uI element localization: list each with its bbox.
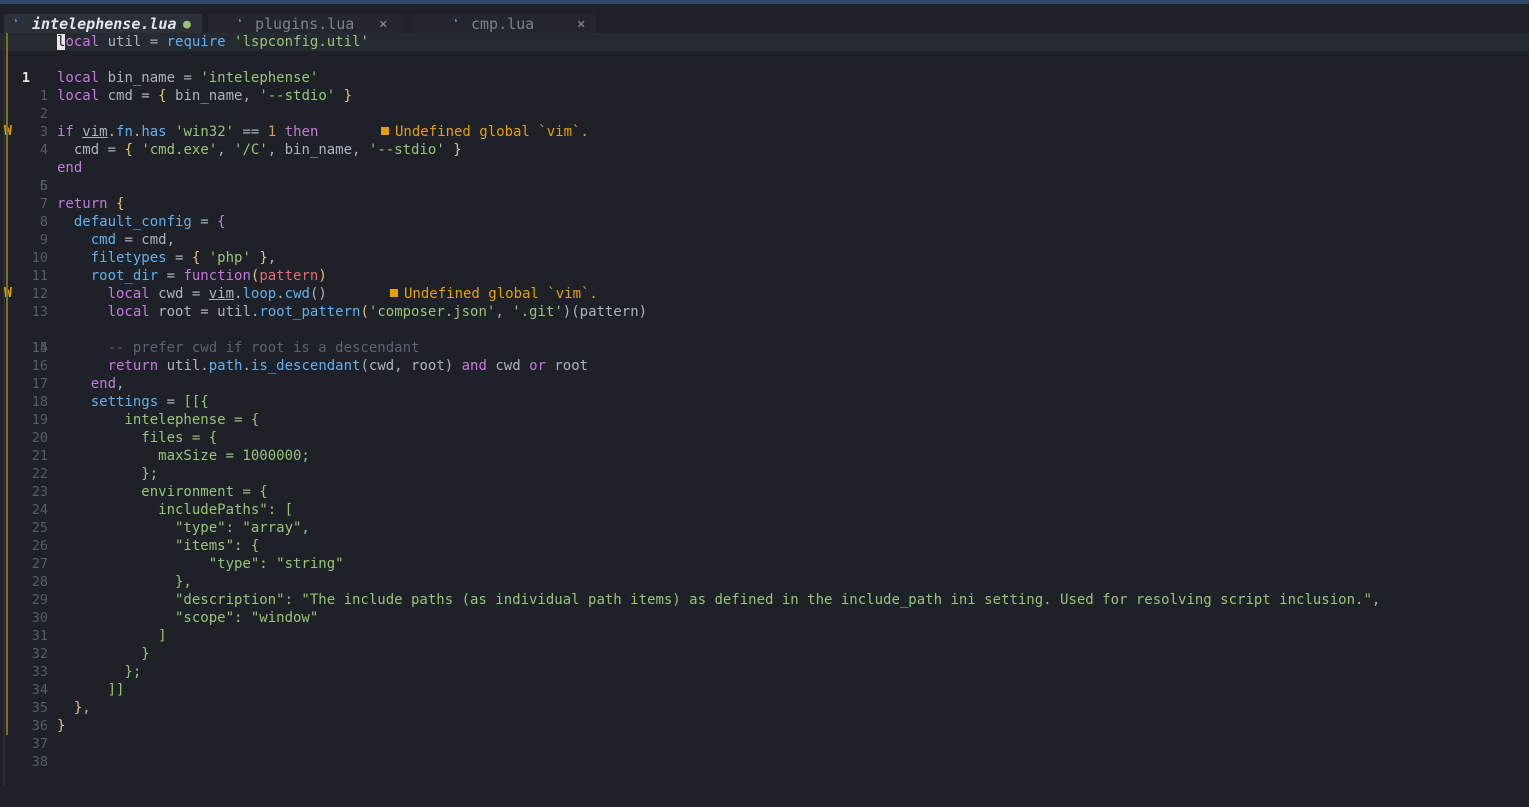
git-change-marker xyxy=(6,87,8,105)
git-change-marker xyxy=(6,447,8,465)
diagnostic-message: Undefined global `vim`. xyxy=(390,285,598,303)
git-change-marker xyxy=(6,69,8,87)
git-change-marker xyxy=(6,717,8,735)
code-line[interactable]: 36 ]] xyxy=(0,681,1529,734)
git-change-marker xyxy=(6,663,8,681)
git-change-marker xyxy=(6,537,8,555)
code-line[interactable]: 35 }; xyxy=(0,663,1529,716)
tab-label: cmp.lua xyxy=(471,15,535,33)
code-editor[interactable]: 1 local util = require 'lspconfig.util' … xyxy=(0,33,1529,785)
git-change-marker xyxy=(6,501,8,519)
git-change-marker xyxy=(6,231,8,249)
lua-file-icon: ❛ xyxy=(236,17,244,32)
git-change-marker xyxy=(6,429,8,447)
lua-file-icon: ❛ xyxy=(12,17,20,32)
code-line[interactable]: 22 files = { xyxy=(0,429,1529,482)
git-change-marker xyxy=(6,609,8,627)
line-number: 38 xyxy=(31,754,48,770)
git-change-marker xyxy=(6,465,8,483)
code-line[interactable]: 20 settings = [[{ xyxy=(0,393,1529,446)
code-line[interactable]: 17 -- prefer cwd if root is a descendant xyxy=(0,339,1529,392)
git-change-marker xyxy=(6,105,8,123)
git-change-marker xyxy=(6,195,8,213)
git-change-marker xyxy=(6,591,8,609)
git-change-marker xyxy=(6,645,8,663)
git-change-marker xyxy=(6,123,8,141)
close-icon[interactable]: ✕ xyxy=(379,14,387,35)
git-change-marker xyxy=(6,321,8,339)
code-line[interactable]: 1 xyxy=(0,51,1529,104)
git-change-marker xyxy=(6,573,8,591)
code-line[interactable]: 13 root_dir = function(pattern) xyxy=(0,267,1529,320)
code-line[interactable]: 15 local root = util.root_pattern('compo… xyxy=(0,303,1529,356)
tab-label: intelephense.lua xyxy=(32,15,177,33)
code-line[interactable]: W 14 local cwd = vim.loop.cwd() Undefine… xyxy=(0,285,1529,356)
git-change-marker xyxy=(6,555,8,573)
git-change-marker xyxy=(6,681,8,699)
modified-indicator-icon: ● xyxy=(183,17,191,32)
code-line[interactable]: 21 intelephense = { xyxy=(0,411,1529,464)
code-line[interactable]: 1 local util = require 'lspconfig.util' xyxy=(0,33,1529,86)
code-line[interactable]: 12 filetypes = { 'php' }, xyxy=(0,249,1529,302)
code-line[interactable]: 11 cmd = cmd, xyxy=(0,231,1529,284)
git-change-marker xyxy=(6,483,8,501)
code-line[interactable]: 2 local bin_name = 'intelephense' xyxy=(0,69,1529,122)
git-change-marker xyxy=(6,249,8,267)
git-change-marker xyxy=(6,303,8,321)
git-change-marker xyxy=(6,285,8,303)
code-line[interactable]: 29 "type": "string" xyxy=(0,555,1529,608)
warning-icon xyxy=(381,127,389,135)
code-line[interactable]: 8 xyxy=(0,177,1529,230)
code-line[interactable]: 10 default_config = { xyxy=(0,213,1529,266)
code-line[interactable]: 16 xyxy=(0,321,1529,374)
code-line[interactable]: 18 return util.path.is_descendant(cwd, r… xyxy=(0,357,1529,410)
git-change-marker xyxy=(6,699,8,717)
code-line[interactable]: 6 cmd = { 'cmd.exe', '/C', bin_name, '--… xyxy=(0,141,1529,194)
git-change-marker xyxy=(6,267,8,285)
lua-file-icon: ❛ xyxy=(452,17,460,32)
git-change-marker xyxy=(6,177,8,195)
code-line[interactable]: 24 }; xyxy=(0,465,1529,518)
git-change-marker xyxy=(6,627,8,645)
code-line[interactable]: W 5 if vim.fn.has 'win32' == 1 then Unde… xyxy=(0,123,1529,194)
git-change-marker xyxy=(6,519,8,537)
git-change-marker xyxy=(6,393,8,411)
code-line[interactable]: 23 maxSize = 1000000; xyxy=(0,447,1529,500)
git-change-marker xyxy=(6,357,8,375)
git-change-marker xyxy=(6,411,8,429)
close-icon[interactable]: ✕ xyxy=(577,14,585,35)
git-change-marker xyxy=(6,213,8,231)
warning-icon xyxy=(390,289,398,297)
code-line[interactable]: 27 "type": "array", xyxy=(0,519,1529,572)
code-line[interactable]: 33 ] xyxy=(0,627,1529,680)
code-line[interactable]: 31 "description": "The include paths (as… xyxy=(0,591,1529,644)
git-change-marker xyxy=(6,159,8,177)
diagnostic-message: Undefined global `vim`. xyxy=(381,123,589,141)
code-line[interactable]: 9 return { xyxy=(0,195,1529,248)
git-change-marker xyxy=(6,141,8,159)
code-line[interactable]: 30 }, xyxy=(0,573,1529,626)
git-change-marker xyxy=(6,339,8,357)
git-change-marker xyxy=(6,51,8,69)
code-line[interactable]: 38 } xyxy=(0,717,1529,770)
code-line[interactable]: 26 includePaths": [ xyxy=(0,501,1529,554)
git-change-marker xyxy=(6,33,8,51)
code-line[interactable]: 25 environment = { xyxy=(0,483,1529,536)
code-line[interactable]: 7 end xyxy=(0,159,1529,212)
code-line[interactable]: 19 end, xyxy=(0,375,1529,428)
code-line[interactable]: 4 xyxy=(0,105,1529,158)
tab-label: plugins.lua xyxy=(255,15,355,33)
tab-bar: ❛ intelephense.lua ● ❛ plugins.lua ✕ ❛ c… xyxy=(0,4,1529,36)
code-line[interactable]: 28 "items": { xyxy=(0,537,1529,590)
code-line[interactable]: 3 local cmd = { bin_name, '--stdio' } xyxy=(0,87,1529,140)
git-change-marker xyxy=(6,375,8,393)
code-line[interactable]: 37 }, xyxy=(0,699,1529,752)
code-line[interactable]: 34 } xyxy=(0,645,1529,698)
code-line[interactable]: 32 "scope": "window" xyxy=(0,609,1529,662)
